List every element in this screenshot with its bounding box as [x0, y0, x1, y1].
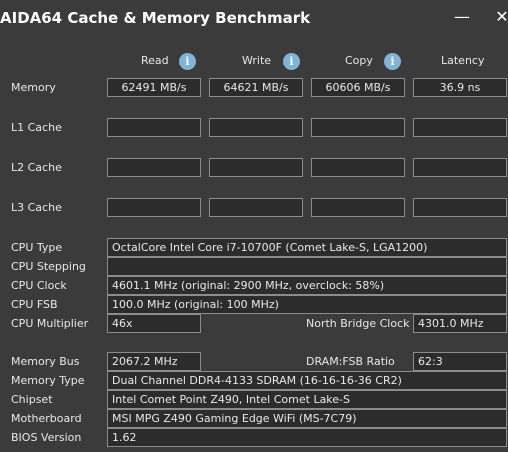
memory-latency-field: 36.9 ns: [413, 78, 507, 97]
title-bar[interactable]: AIDA64 Cache & Memory Benchmark — ✕: [0, 0, 508, 38]
chipset-label: Chipset: [11, 393, 53, 406]
l1-copy-field: [311, 118, 405, 137]
cpu-fsb-field: 100.0 MHz (original: 100 MHz): [107, 295, 507, 314]
l1-cache-label: L1 Cache: [11, 121, 62, 134]
l2-cache-label: L2 Cache: [11, 161, 62, 174]
north-bridge-clock-label: North Bridge Clock: [306, 317, 410, 330]
memory-label: Memory: [11, 81, 56, 94]
l3-write-field: [209, 198, 303, 217]
l2-latency-field: [413, 158, 507, 177]
cpu-stepping-label: CPU Stepping: [11, 260, 86, 273]
l3-latency-field: [413, 198, 507, 217]
dram-fsb-ratio-field: 62:3: [413, 352, 507, 371]
window-title: AIDA64 Cache & Memory Benchmark: [0, 9, 311, 27]
minimize-button[interactable]: —: [452, 7, 472, 27]
l1-read-field: [107, 118, 201, 137]
l2-write-field: [209, 158, 303, 177]
cpu-clock-field: 4601.1 MHz (original: 2900 MHz, overcloc…: [107, 276, 507, 295]
l2-read-field: [107, 158, 201, 177]
motherboard-label: Motherboard: [11, 412, 82, 425]
read-header: Read: [141, 54, 169, 67]
memory-type-field: Dual Channel DDR4-4133 SDRAM (16-16-16-3…: [107, 371, 507, 390]
l2-copy-field: [311, 158, 405, 177]
motherboard-field: MSI MPG Z490 Gaming Edge WiFi (MS-7C79): [107, 409, 507, 428]
chipset-field: Intel Comet Point Z490, Intel Comet Lake…: [107, 390, 507, 409]
cpu-stepping-field: [107, 257, 507, 276]
cpu-type-field: OctalCore Intel Core i7-10700F (Comet La…: [107, 238, 507, 257]
memory-write-field: 64621 MB/s: [209, 78, 303, 97]
l1-latency-field: [413, 118, 507, 137]
cpu-multiplier-field: 46x: [107, 314, 201, 333]
copy-header: Copy: [345, 54, 373, 67]
bios-version-label: BIOS Version: [11, 431, 82, 444]
write-header: Write: [242, 54, 272, 67]
latency-header: Latency: [441, 54, 485, 67]
memory-type-label: Memory Type: [11, 374, 85, 387]
cpu-multiplier-label: CPU Multiplier: [11, 317, 89, 330]
l3-cache-label: L3 Cache: [11, 201, 62, 214]
copy-info-icon[interactable]: i: [384, 53, 401, 70]
l1-write-field: [209, 118, 303, 137]
l3-read-field: [107, 198, 201, 217]
memory-read-field: 62491 MB/s: [107, 78, 201, 97]
dram-fsb-ratio-label: DRAM:FSB Ratio: [306, 355, 395, 368]
read-info-icon[interactable]: i: [179, 53, 196, 70]
north-bridge-clock-field: 4301.0 MHz: [413, 314, 507, 333]
l3-copy-field: [311, 198, 405, 217]
bios-version-field: 1.62: [107, 428, 507, 447]
cpu-clock-label: CPU Clock: [11, 279, 67, 292]
memory-bus-label: Memory Bus: [11, 355, 80, 368]
cpu-fsb-label: CPU FSB: [11, 298, 58, 311]
write-info-icon[interactable]: i: [283, 53, 300, 70]
memory-bus-field: 2067.2 MHz: [107, 352, 201, 371]
cpu-type-label: CPU Type: [11, 241, 63, 254]
close-button[interactable]: ✕: [492, 7, 508, 27]
memory-copy-field: 60606 MB/s: [311, 78, 405, 97]
